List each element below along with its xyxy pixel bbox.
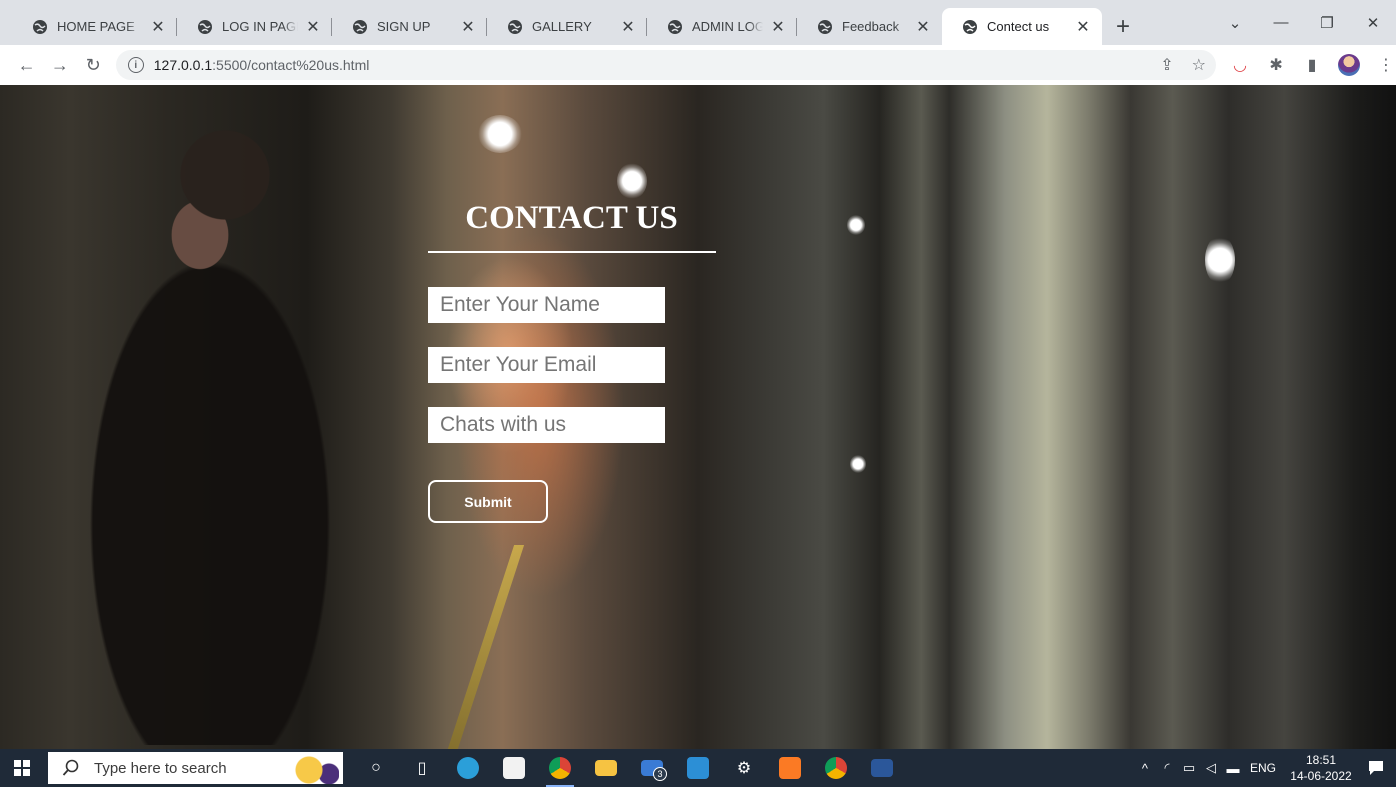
browser-tabstrip: HOME PAGE ✕ LOG IN PAGE ✕ SIGN UP ✕ GALL…	[0, 0, 1396, 45]
cortana-icon[interactable]: ○	[353, 749, 399, 787]
back-icon[interactable]: ←	[10, 48, 43, 82]
clock-date: 14-06-2022	[1290, 769, 1352, 783]
page-viewport: CONTACT US Submit	[0, 85, 1396, 749]
tab-label: HOME PAGE	[57, 19, 135, 34]
omnibox-actions: ⇪ ☆	[1160, 50, 1206, 80]
tab-log-in-page[interactable]: LOG IN PAGE ✕	[177, 8, 332, 45]
edge-icon[interactable]	[445, 749, 491, 787]
window-controls: ⌄ — ❐ ✕	[1212, 0, 1396, 45]
mail-badge: 3	[653, 767, 667, 781]
globe-icon	[962, 19, 978, 35]
close-icon[interactable]: ✕	[1074, 18, 1092, 36]
close-icon[interactable]: ✕	[149, 18, 167, 36]
close-icon[interactable]: ✕	[914, 18, 932, 36]
bookmark-star-icon[interactable]: ☆	[1192, 55, 1206, 75]
page-title: CONTACT US	[465, 200, 678, 236]
puzzle-icon[interactable]: ✱	[1266, 55, 1286, 75]
tab-contect-us[interactable]: Contect us ✕	[942, 8, 1102, 45]
chevron-up-icon[interactable]: ^	[1134, 761, 1156, 776]
submit-button[interactable]: Submit	[428, 480, 548, 523]
side-panel-icon[interactable]: ▮	[1302, 55, 1322, 75]
new-tab-button[interactable]: +	[1106, 8, 1140, 45]
close-icon[interactable]: ✕	[304, 18, 322, 36]
globe-icon	[352, 19, 368, 35]
tab-label: SIGN UP	[377, 19, 431, 34]
close-icon[interactable]: ✕	[619, 18, 637, 36]
bokeh-light	[617, 163, 647, 199]
background-photo-detail	[445, 545, 525, 749]
file-explorer-icon[interactable]	[583, 749, 629, 787]
bokeh-light	[847, 215, 865, 235]
search-icon	[62, 758, 82, 778]
clock-time: 18:51	[1305, 753, 1337, 767]
forward-icon[interactable]: →	[43, 48, 76, 82]
reload-icon[interactable]: ↻	[77, 48, 110, 82]
globe-icon	[32, 19, 48, 35]
globe-icon	[667, 19, 683, 35]
close-window-icon[interactable]: ✕	[1350, 0, 1396, 45]
xampp-icon[interactable]	[767, 749, 813, 787]
globe-icon	[507, 19, 523, 35]
vscode-icon[interactable]	[675, 749, 721, 787]
system-tray: ^ ◜ ▭ ◁ ▬ ENG 18:51 14-06-2022	[1134, 749, 1396, 787]
chrome-profile-icon[interactable]	[813, 749, 859, 787]
tab-label: LOG IN PAGE	[222, 19, 298, 34]
wifi-icon[interactable]: ◜	[1156, 760, 1178, 776]
search-placeholder: Type here to search	[94, 759, 227, 777]
address-bar[interactable]: i 127.0.0.1:5500/contact%20us.html ⇪ ☆	[115, 50, 1217, 80]
globe-icon	[817, 19, 833, 35]
tab-label: Feedback	[842, 19, 900, 34]
title-divider	[428, 251, 716, 253]
tab-label: ADMIN LOG IN	[692, 19, 763, 34]
search-highlight-art	[271, 752, 339, 784]
pocket-icon[interactable]: ◡	[1230, 55, 1250, 75]
url-path: :5500/contact%20us.html	[212, 57, 370, 73]
tab-sign-up[interactable]: SIGN UP ✕	[332, 8, 487, 45]
tab-label: GALLERY	[532, 19, 592, 34]
volume-icon[interactable]: ◁	[1200, 760, 1222, 776]
globe-icon	[197, 19, 213, 35]
close-icon[interactable]: ✕	[769, 18, 787, 36]
url-host: 127.0.0.1	[153, 57, 213, 73]
tab-admin-log-in[interactable]: ADMIN LOG IN ✕	[647, 8, 797, 45]
browser-toolbar: ← → ↻ i 127.0.0.1:5500/contact%20us.html…	[0, 45, 1396, 85]
taskbar: Type here to search ○ ▯ 3 ⚙ ^ ◜ ▭ ◁ ▬ EN…	[0, 749, 1396, 787]
share-icon[interactable]: ⇪	[1160, 55, 1173, 75]
clock[interactable]: 18:51 14-06-2022	[1286, 752, 1356, 784]
chrome-icon[interactable]	[537, 749, 583, 787]
taskbar-apps: ○ ▯ 3 ⚙	[353, 749, 905, 787]
tab-gallery[interactable]: GALLERY ✕	[487, 8, 647, 45]
contact-form: CONTACT US Submit	[428, 198, 718, 523]
minimize-icon[interactable]: —	[1258, 0, 1304, 45]
battery-icon[interactable]: ▬	[1222, 761, 1244, 776]
bokeh-light	[850, 455, 866, 473]
store-icon[interactable]	[491, 749, 537, 787]
tab-feedback[interactable]: Feedback ✕	[797, 8, 942, 45]
mail-icon[interactable]: 3	[629, 749, 675, 787]
tablet-icon[interactable]: ▭	[1178, 760, 1200, 776]
background-photo	[40, 105, 360, 745]
taskbar-search-input[interactable]: Type here to search	[48, 752, 343, 784]
extensions-area: ◡ ✱ ▮ ⋮	[1230, 54, 1396, 76]
tab-label: Contect us	[987, 19, 1050, 34]
chat-input[interactable]	[428, 407, 665, 443]
notification-icon[interactable]	[1356, 749, 1396, 787]
info-icon[interactable]: i	[127, 57, 144, 73]
screen: HOME PAGE ✕ LOG IN PAGE ✕ SIGN UP ✕ GALL…	[0, 0, 1396, 787]
name-input[interactable]	[428, 287, 665, 323]
avatar[interactable]	[1338, 54, 1361, 76]
bokeh-light	[1205, 235, 1235, 285]
task-view-icon[interactable]: ▯	[399, 749, 445, 787]
windows-start-icon[interactable]	[0, 749, 44, 787]
tab-home-page[interactable]: HOME PAGE ✕	[12, 8, 177, 45]
settings-gear-icon[interactable]: ⚙	[721, 749, 767, 787]
close-icon[interactable]: ✕	[459, 18, 477, 36]
bokeh-light	[478, 115, 522, 153]
email-input[interactable]	[428, 347, 665, 383]
language-indicator[interactable]: ENG	[1250, 761, 1276, 775]
chevron-down-icon[interactable]: ⌄	[1212, 0, 1258, 45]
word-icon[interactable]	[859, 749, 905, 787]
kebab-menu-icon[interactable]: ⋮	[1376, 55, 1396, 75]
restore-icon[interactable]: ❐	[1304, 0, 1350, 45]
